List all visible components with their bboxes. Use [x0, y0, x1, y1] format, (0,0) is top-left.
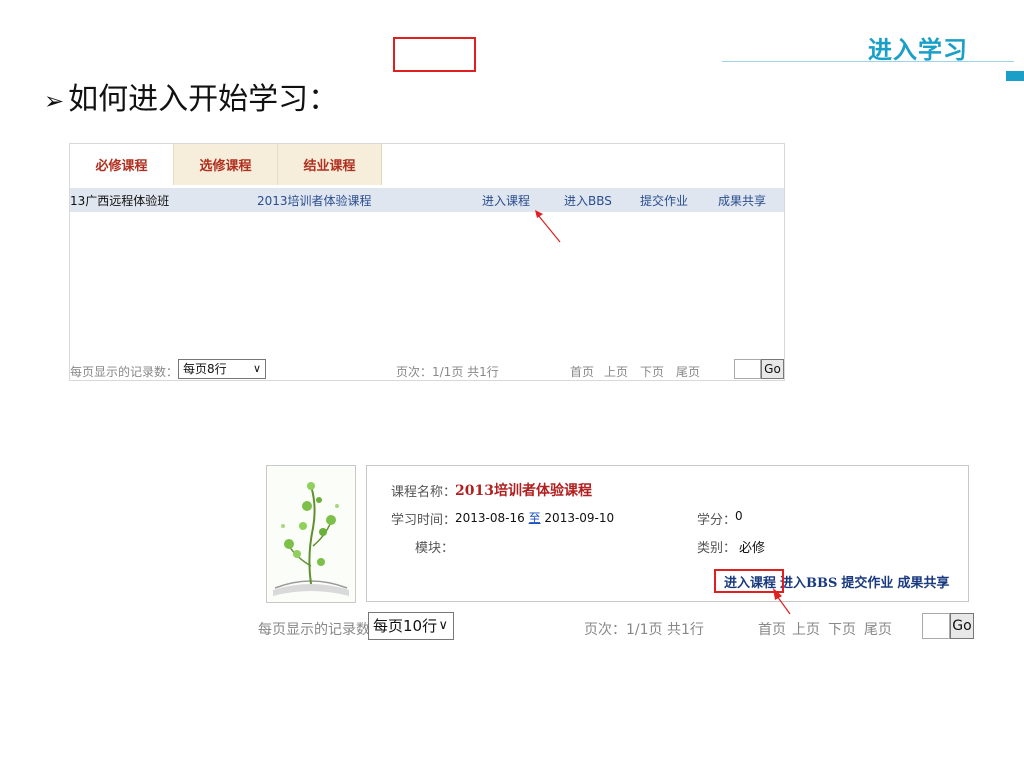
first-page-link[interactable]: 首页: [570, 363, 594, 380]
pager: 每页显示的记录数： 每页10行 ∨ 页次：1/1页 共1行 首页 上页 下页 尾…: [258, 610, 974, 640]
end-date: 2013-09-10: [544, 511, 615, 525]
enter-bbs-link[interactable]: 进入BBS: [780, 576, 837, 591]
submit-homework-link[interactable]: 提交作业: [640, 192, 688, 209]
study-time-value: 2013-08-16 至 2013-09-10: [455, 509, 614, 526]
per-page-label: 每页显示的记录数：: [258, 622, 384, 638]
course-name-label: 课程名称：: [391, 485, 457, 500]
per-page-select[interactable]: 每页10行 ∨: [368, 612, 454, 640]
class-name: 13广西远程体验班: [70, 193, 170, 208]
tag-underline: [722, 61, 1014, 62]
course-name-value: 2013培训者体验课程: [455, 483, 592, 499]
credit-label: 学分：: [697, 513, 737, 528]
prev-page-link[interactable]: 上页: [792, 619, 820, 639]
per-page-label: 每页显示的记录数：: [70, 365, 179, 379]
go-button[interactable]: Go: [950, 613, 974, 639]
course-tabs: 必修课程 选修课程 结业课程: [70, 144, 382, 185]
tab-elective[interactable]: 选修课程: [174, 144, 278, 185]
course-list-panel: 必修课程 选修课程 结业课程 13广西远程体验班 2013培训者体验课程 进入课…: [69, 143, 785, 381]
tab-required[interactable]: 必修课程: [70, 144, 174, 185]
per-page-value: 每页8行: [183, 362, 227, 376]
bullet-arrow-icon: ➢: [44, 87, 65, 115]
slide-heading: ➢ 如何进入开始学习：: [44, 74, 338, 118]
per-page-select[interactable]: 每页8行 ∨: [178, 359, 266, 379]
enter-bbs-link[interactable]: 进入BBS: [564, 192, 612, 209]
table-row: 13广西远程体验班 2013培训者体验课程 进入课程 进入BBS 提交作业 成果…: [70, 188, 784, 212]
date-to-link[interactable]: 至: [529, 511, 541, 525]
accent-square: [1006, 71, 1024, 81]
course-detail-panel: 课程名称： 2013培训者体验课程 学习时间： 2013-08-16 至 201…: [366, 465, 969, 602]
chevron-down-icon: ∨: [252, 362, 261, 375]
category-label: 类别：: [697, 541, 737, 556]
submit-homework-link[interactable]: 提交作业: [841, 576, 893, 591]
book-plant-image: [273, 482, 349, 596]
page-info: 页次：1/1页 共1行: [396, 365, 499, 379]
module-label: 模块：: [415, 541, 455, 556]
page-number-input[interactable]: [734, 359, 761, 379]
highlight-box: [714, 569, 784, 593]
pager: 每页显示的记录数： 每页8行 ∨ 页次：1/1页 共1行 首页 上页 下页 尾页…: [70, 357, 784, 381]
section-tag: 进入学习: [868, 36, 968, 64]
share-results-link[interactable]: 成果共享: [718, 192, 766, 209]
course-name-link[interactable]: 2013培训者体验课程: [257, 192, 372, 209]
share-results-link[interactable]: 成果共享: [897, 576, 949, 591]
credit-value: 0: [735, 509, 743, 523]
chevron-down-icon: ∨: [438, 618, 448, 633]
enter-course-link[interactable]: 进入课程: [482, 192, 530, 209]
page-number-input[interactable]: [922, 613, 950, 639]
next-page-link[interactable]: 下页: [828, 619, 856, 639]
go-button[interactable]: Go: [761, 359, 784, 379]
page-info: 页次：1/1页 共1行: [584, 622, 704, 638]
tab-completed[interactable]: 结业课程: [278, 144, 381, 185]
last-page-link[interactable]: 尾页: [864, 619, 892, 639]
heading-text: 如何进入开始学习：: [68, 82, 339, 117]
prev-page-link[interactable]: 上页: [604, 363, 628, 380]
category-value: 必修: [739, 541, 766, 556]
start-date: 2013-08-16: [455, 511, 525, 525]
study-time-label: 学习时间：: [391, 513, 457, 528]
highlight-box: [393, 37, 476, 72]
last-page-link[interactable]: 尾页: [676, 363, 700, 380]
per-page-value: 每页10行: [373, 617, 438, 635]
course-thumbnail: [266, 465, 356, 603]
next-page-link[interactable]: 下页: [640, 363, 664, 380]
first-page-link[interactable]: 首页: [758, 619, 786, 639]
